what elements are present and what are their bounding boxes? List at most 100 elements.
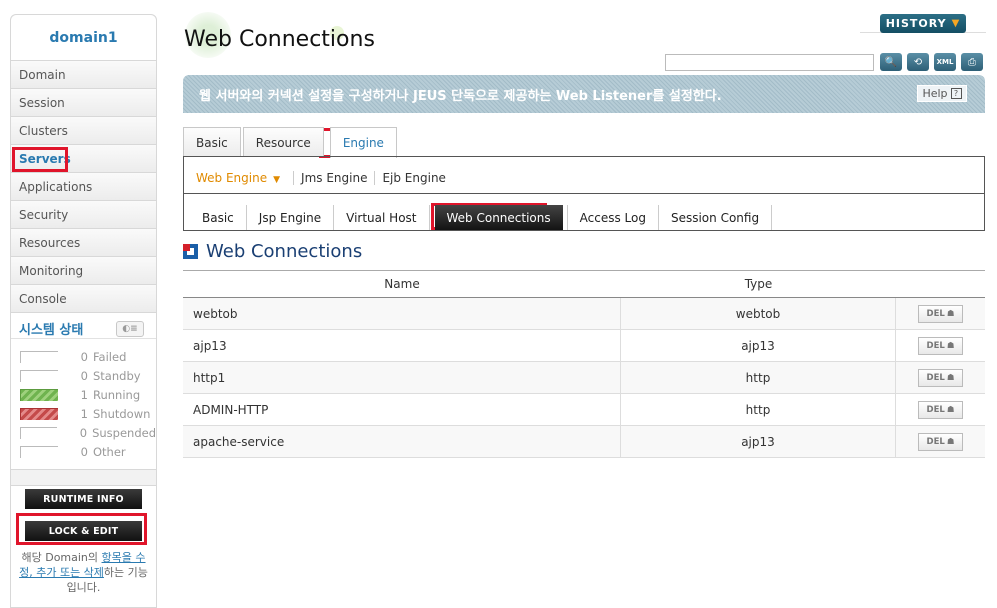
status-indicator <box>20 350 58 363</box>
trash-icon: ☗ <box>946 404 955 415</box>
tab-basic[interactable]: Basic <box>183 127 241 157</box>
tab-basic-sub[interactable]: Basic <box>190 205 247 231</box>
column-header-name[interactable]: Name <box>183 271 621 297</box>
status-count: 0 <box>80 349 88 364</box>
sidebar-item-servers[interactable]: Servers <box>11 145 156 173</box>
description-banner: 웹 서버와의 커넥션 설정을 구성하거나 JEUS 단독으로 제공하는 Web … <box>183 75 985 113</box>
section-header: Web Connections <box>183 241 362 262</box>
panel-divider <box>184 193 984 194</box>
web-engine-tabs: Basic Jsp Engine Virtual Host Web Connec… <box>190 205 773 231</box>
refresh-icon[interactable]: ⟲ <box>907 53 929 71</box>
cell-actions: DEL ☗ <box>896 330 985 361</box>
system-status-title: 시스템 상태 ◐≡ <box>11 319 156 339</box>
web-connections-table: Name Type webtob webtob DEL ☗ ajp13 ajp13… <box>183 270 985 458</box>
delete-button[interactable]: DEL ☗ <box>918 304 963 323</box>
delete-button[interactable]: DEL ☗ <box>918 400 963 419</box>
caret-down-icon: ▼ <box>273 175 281 185</box>
lock-edit-button[interactable]: LOCK & EDIT <box>25 521 142 541</box>
page-title: Web Connections <box>184 27 375 52</box>
cell-actions: DEL ☗ <box>896 362 985 393</box>
table-row: ADMIN-HTTP http DEL ☗ <box>183 394 985 426</box>
note-text: 해당 Domain의 <box>21 551 102 564</box>
status-count: 0 <box>80 444 88 459</box>
column-header-actions <box>896 271 985 297</box>
tab-resource[interactable]: Resource <box>242 127 324 157</box>
cell-actions: DEL ☗ <box>896 394 985 425</box>
runtime-info-button[interactable]: RUNTIME INFO <box>25 489 142 509</box>
sidebar-item-resources[interactable]: Resources <box>11 229 156 257</box>
help-label: Help <box>922 87 948 100</box>
tab-virtual-host[interactable]: Virtual Host <box>334 205 430 231</box>
domain-name[interactable]: domain1 <box>11 15 156 61</box>
delete-button[interactable]: DEL ☗ <box>918 368 963 387</box>
xml-export-icon[interactable]: XML <box>934 53 956 71</box>
system-status-label: 시스템 상태 <box>19 323 84 338</box>
sidebar-item-label: Resources <box>19 235 81 250</box>
status-label: Suspended <box>92 425 156 440</box>
cell-name[interactable]: ajp13 <box>183 330 621 361</box>
status-count: 1 <box>80 406 88 421</box>
column-header-type[interactable]: Type <box>621 271 896 297</box>
chevron-down-icon: ▼ <box>951 18 961 29</box>
history-button[interactable]: HISTORY ▼ <box>880 14 966 33</box>
sidebar-item-monitoring[interactable]: Monitoring <box>11 257 156 285</box>
cell-name[interactable]: ADMIN-HTTP <box>183 394 621 425</box>
sidebar: domain1 Domain Session Clusters Servers … <box>10 14 157 608</box>
subnav-jms-engine[interactable]: Jms Engine <box>293 171 374 185</box>
help-button[interactable]: Help? <box>917 85 967 102</box>
status-label: Other <box>93 444 126 459</box>
cell-name[interactable]: http1 <box>183 362 621 393</box>
delete-button[interactable]: DEL ☗ <box>918 336 963 355</box>
tab-engine[interactable]: Engine <box>329 127 397 158</box>
trash-icon: ☗ <box>946 372 955 383</box>
subnav-ejb-engine[interactable]: Ejb Engine <box>374 171 452 185</box>
subnav-label: Web Engine <box>196 171 268 185</box>
search-input[interactable] <box>665 54 874 71</box>
status-row-suspended: 0 Suspended <box>11 423 156 442</box>
sidebar-item-clusters[interactable]: Clusters <box>11 117 156 145</box>
subnav-web-engine[interactable]: Web Engine ▼ <box>196 171 287 185</box>
sidebar-item-console[interactable]: Console <box>11 285 156 313</box>
cell-type: http <box>621 362 896 393</box>
status-label: Shutdown <box>93 406 151 421</box>
sidebar-item-security[interactable]: Security <box>11 201 156 229</box>
engine-subnav: Web Engine ▼ Jms Engine Ejb Engine <box>196 170 453 186</box>
status-indicator <box>20 445 58 458</box>
delete-label: DEL <box>926 372 945 383</box>
sidebar-item-session[interactable]: Session <box>11 89 156 117</box>
delete-label: DEL <box>926 404 945 415</box>
status-row-other: 0 Other <box>11 442 156 461</box>
tab-web-connections[interactable]: Web Connections <box>434 205 563 231</box>
sidebar-item-label: Session <box>19 95 65 110</box>
sidebar-item-label: Clusters <box>19 123 68 138</box>
table-row: ajp13 ajp13 DEL ☗ <box>183 330 985 362</box>
cell-name[interactable]: webtob <box>183 298 621 329</box>
top-tabs: Basic Resource Engine <box>183 127 397 158</box>
tab-access-log[interactable]: Access Log <box>566 205 659 231</box>
table-header: Name Type <box>183 270 985 298</box>
sidebar-item-applications[interactable]: Applications <box>11 173 156 201</box>
status-indicator <box>20 426 58 439</box>
table-row: http1 http DEL ☗ <box>183 362 985 394</box>
system-status-panel: 시스템 상태 ◐≡ 0 Failed 0 Standby 1 Running 1 Shu… <box>11 313 156 470</box>
status-toggle-icon[interactable]: ◐≡ <box>116 320 144 337</box>
delete-button[interactable]: DEL ☗ <box>918 432 963 451</box>
delete-label: DEL <box>926 436 945 447</box>
status-row-standby: 0 Standby <box>11 366 156 385</box>
tab-jsp-engine[interactable]: Jsp Engine <box>247 205 335 231</box>
sidebar-item-label: Security <box>19 207 69 222</box>
status-label: Standby <box>93 368 141 383</box>
status-indicator <box>20 369 58 382</box>
search-icon[interactable]: 🔍 <box>880 53 902 71</box>
status-indicator <box>20 388 58 401</box>
tab-session-config[interactable]: Session Config <box>659 205 773 231</box>
sidebar-item-domain[interactable]: Domain <box>11 61 156 89</box>
cell-type: ajp13 <box>621 330 896 361</box>
panel-bottom-border <box>183 230 985 231</box>
status-label: Running <box>93 387 141 402</box>
status-count: 1 <box>80 387 88 402</box>
cell-name[interactable]: apache-service <box>183 426 621 457</box>
cell-actions: DEL ☗ <box>896 298 985 329</box>
status-row-shutdown: 1 Shutdown <box>11 404 156 423</box>
print-icon[interactable]: ⎙ <box>961 53 983 71</box>
